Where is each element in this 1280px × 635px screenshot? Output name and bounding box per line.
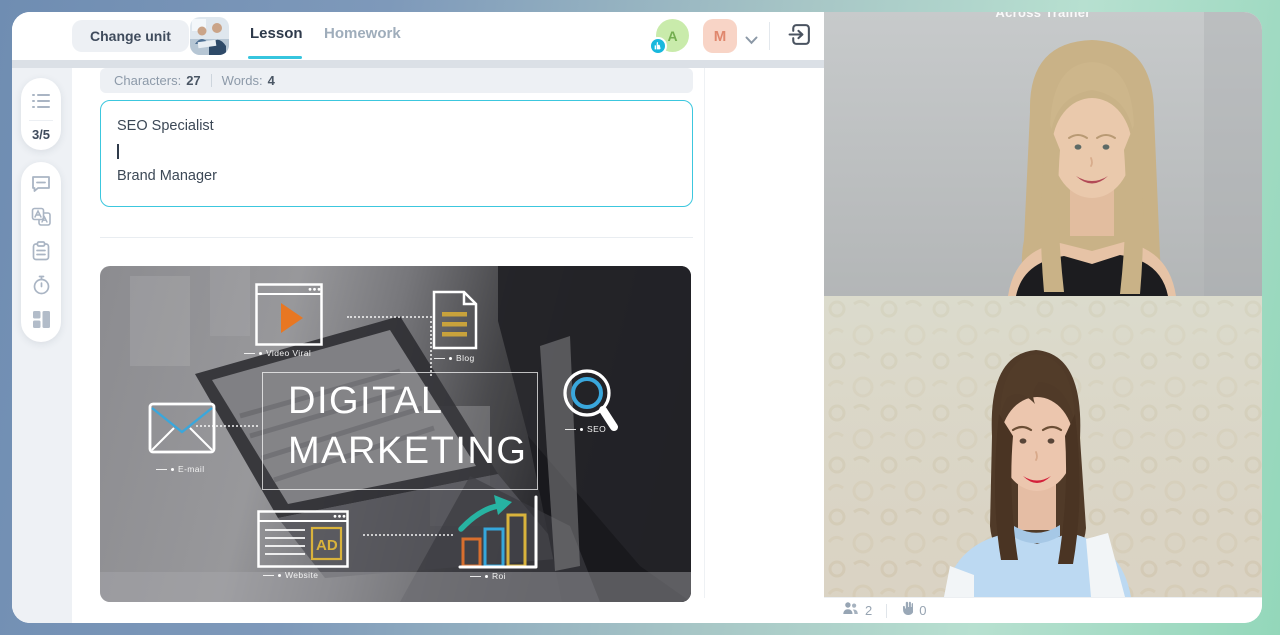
video-call-panel: Across Trainer bbox=[824, 12, 1262, 623]
thumbs-up-badge-icon bbox=[649, 37, 667, 55]
scrolled-content-edge bbox=[12, 60, 824, 68]
timer-icon[interactable] bbox=[30, 274, 52, 296]
sidebar-rail bbox=[12, 68, 72, 623]
content-divider bbox=[100, 237, 693, 238]
chevron-down-icon[interactable] bbox=[745, 32, 758, 50]
logout-icon bbox=[787, 22, 812, 47]
unit-thumbnail[interactable] bbox=[190, 17, 229, 55]
trainer-webcam-image bbox=[824, 12, 1262, 296]
email-icon bbox=[148, 400, 216, 461]
stats-separator bbox=[211, 74, 212, 87]
lesson-image-digital-marketing: Video Viral Blog bbox=[100, 266, 691, 602]
chat-icon[interactable] bbox=[30, 172, 52, 194]
characters-value: 27 bbox=[186, 73, 200, 88]
tab-homework[interactable]: Homework bbox=[324, 25, 401, 42]
blog-label: Blog bbox=[434, 353, 475, 363]
participant-avatar-m[interactable]: M bbox=[703, 19, 737, 53]
student-webcam-image bbox=[824, 296, 1262, 597]
participants-icon bbox=[842, 601, 859, 620]
answer-textarea[interactable]: SEO Specialist Brand Manager bbox=[100, 100, 693, 207]
lesson-app: Change unit Lesson Homework bbox=[12, 12, 824, 623]
tab-lesson[interactable]: Lesson bbox=[250, 25, 303, 42]
lesson-tools-card bbox=[21, 162, 61, 342]
lesson-window: Change unit Lesson Homework bbox=[12, 12, 1262, 623]
roi-chart-icon bbox=[458, 491, 544, 576]
active-tab-underline bbox=[248, 56, 302, 59]
exercise-progress-label: 3/5 bbox=[32, 127, 50, 142]
video-viral-label: Video Viral bbox=[244, 348, 311, 358]
unit-thumbnail-image bbox=[190, 17, 229, 55]
exit-lesson-button[interactable] bbox=[784, 21, 814, 51]
header-divider bbox=[769, 22, 770, 50]
content-scrollbar[interactable] bbox=[704, 68, 705, 598]
call-status-bar: 2 0 bbox=[824, 597, 1262, 623]
dotted-line bbox=[363, 534, 453, 536]
tasks-clipboard-icon[interactable] bbox=[30, 240, 52, 262]
call-bar-divider bbox=[886, 604, 887, 618]
text-stats-bar: Characters: 27 Words: 4 bbox=[100, 68, 693, 93]
app-frame: Change unit Lesson Homework bbox=[0, 0, 1280, 635]
roi-label: Roi bbox=[470, 571, 506, 581]
app-header: Change unit Lesson Homework bbox=[12, 12, 824, 60]
layout-icon[interactable] bbox=[30, 308, 52, 330]
change-unit-button[interactable]: Change unit bbox=[72, 20, 189, 52]
trainer-name-label: Across Trainer bbox=[824, 12, 1262, 20]
dotted-line bbox=[347, 316, 432, 318]
title-line-marketing: MARKETING bbox=[288, 430, 527, 473]
characters-label: Characters: bbox=[114, 73, 181, 88]
translate-icon[interactable] bbox=[30, 206, 52, 228]
answer-line-1: SEO Specialist bbox=[117, 114, 676, 139]
rail-divider bbox=[29, 120, 53, 121]
seo-icon bbox=[557, 363, 629, 448]
answer-line-2 bbox=[117, 139, 676, 164]
email-label: E-mail bbox=[156, 464, 205, 474]
exercise-progress-card: 3/5 bbox=[21, 78, 61, 150]
title-line-digital: DIGITAL bbox=[288, 380, 444, 423]
seo-label: SEO bbox=[565, 424, 606, 434]
raised-hand-icon bbox=[901, 601, 913, 620]
ad-text: AD bbox=[316, 537, 338, 554]
video-viral-icon bbox=[255, 283, 323, 351]
exercise-list-icon[interactable] bbox=[30, 90, 52, 112]
raised-hands-count: 0 bbox=[919, 603, 926, 618]
website-icon: AD bbox=[257, 510, 349, 573]
words-label: Words: bbox=[222, 73, 263, 88]
words-value: 4 bbox=[268, 73, 275, 88]
trainer-video: Across Trainer bbox=[824, 12, 1262, 296]
blog-icon bbox=[432, 290, 478, 355]
text-caret bbox=[117, 144, 119, 159]
answer-line-3: Brand Manager bbox=[117, 164, 676, 189]
student-video bbox=[824, 296, 1262, 597]
participants-count: 2 bbox=[865, 603, 872, 618]
website-label: Website bbox=[263, 570, 318, 580]
